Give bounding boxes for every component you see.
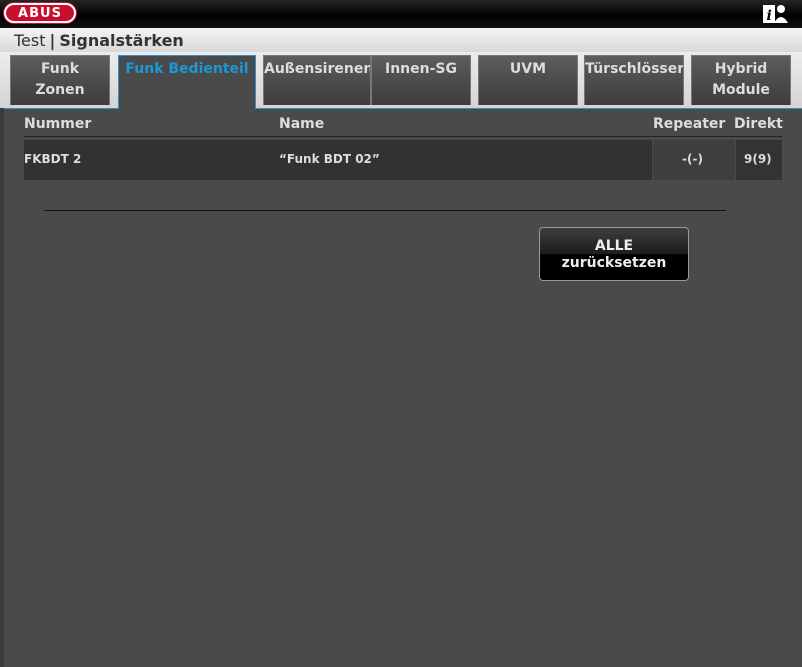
reset-button-line2: zurücksetzen (561, 255, 667, 271)
context-label: Test (14, 31, 46, 50)
tab-label: Zonen (35, 82, 85, 98)
tab-label: Innen-SG (385, 61, 457, 77)
row-number: FKBDT 2 (24, 152, 82, 166)
row-repeater: -(-) (682, 152, 703, 166)
info-user-icon[interactable]: i (762, 2, 790, 24)
tab-label: Außensirenen (264, 61, 371, 77)
left-edge (0, 108, 4, 667)
tab-label: Funk Bedienteil (125, 61, 249, 77)
row-name: “Funk BDT 02” (279, 152, 380, 166)
tab-funk-zonen[interactable]: Funk Zonen (10, 55, 110, 105)
table-header: Nummer Name Repeater Direkt (24, 114, 783, 137)
tab-bar: Funk Zonen Funk Bedienteil Außensirenen … (0, 52, 802, 109)
tab-label: Hybrid (714, 61, 768, 77)
column-header-name: Name (279, 116, 325, 132)
reset-all-button[interactable]: ALLE zurücksetzen (539, 227, 689, 281)
table-row[interactable]: FKBDT 2 “Funk BDT 02” -(-) 9(9) (24, 140, 782, 180)
tab-label: Module (712, 82, 770, 98)
tab-label: Türschlösser (585, 61, 684, 77)
top-bar: ABUS i (0, 0, 802, 28)
tab-funk-bedienteil[interactable]: Funk Bedienteil (118, 55, 256, 109)
abus-logo: ABUS (4, 3, 76, 23)
column-header-repeater: Repeater (653, 116, 726, 132)
tab-label: UVM (509, 61, 547, 77)
column-header-number: Nummer (24, 116, 92, 132)
page-title: Signalstärken (59, 31, 184, 50)
tab-aussensirenen[interactable]: Außensirenen (263, 55, 371, 105)
tab-innen-sg[interactable]: Innen-SG (371, 55, 471, 105)
reset-button-line1: ALLE (594, 238, 634, 254)
title-bar: Test | Signalstärken (0, 28, 802, 52)
title-separator: | (49, 31, 56, 50)
column-header-direct: Direkt (734, 116, 783, 132)
tab-uvm[interactable]: UVM (478, 55, 578, 105)
divider-line (44, 210, 726, 211)
tab-hybrid-module[interactable]: Hybrid Module (691, 55, 791, 105)
tab-label: Funk (40, 61, 80, 77)
row-direct: 9(9) (744, 152, 772, 166)
svg-text:i: i (767, 8, 772, 24)
tab-tuerschloesser[interactable]: Türschlösser (584, 55, 684, 105)
